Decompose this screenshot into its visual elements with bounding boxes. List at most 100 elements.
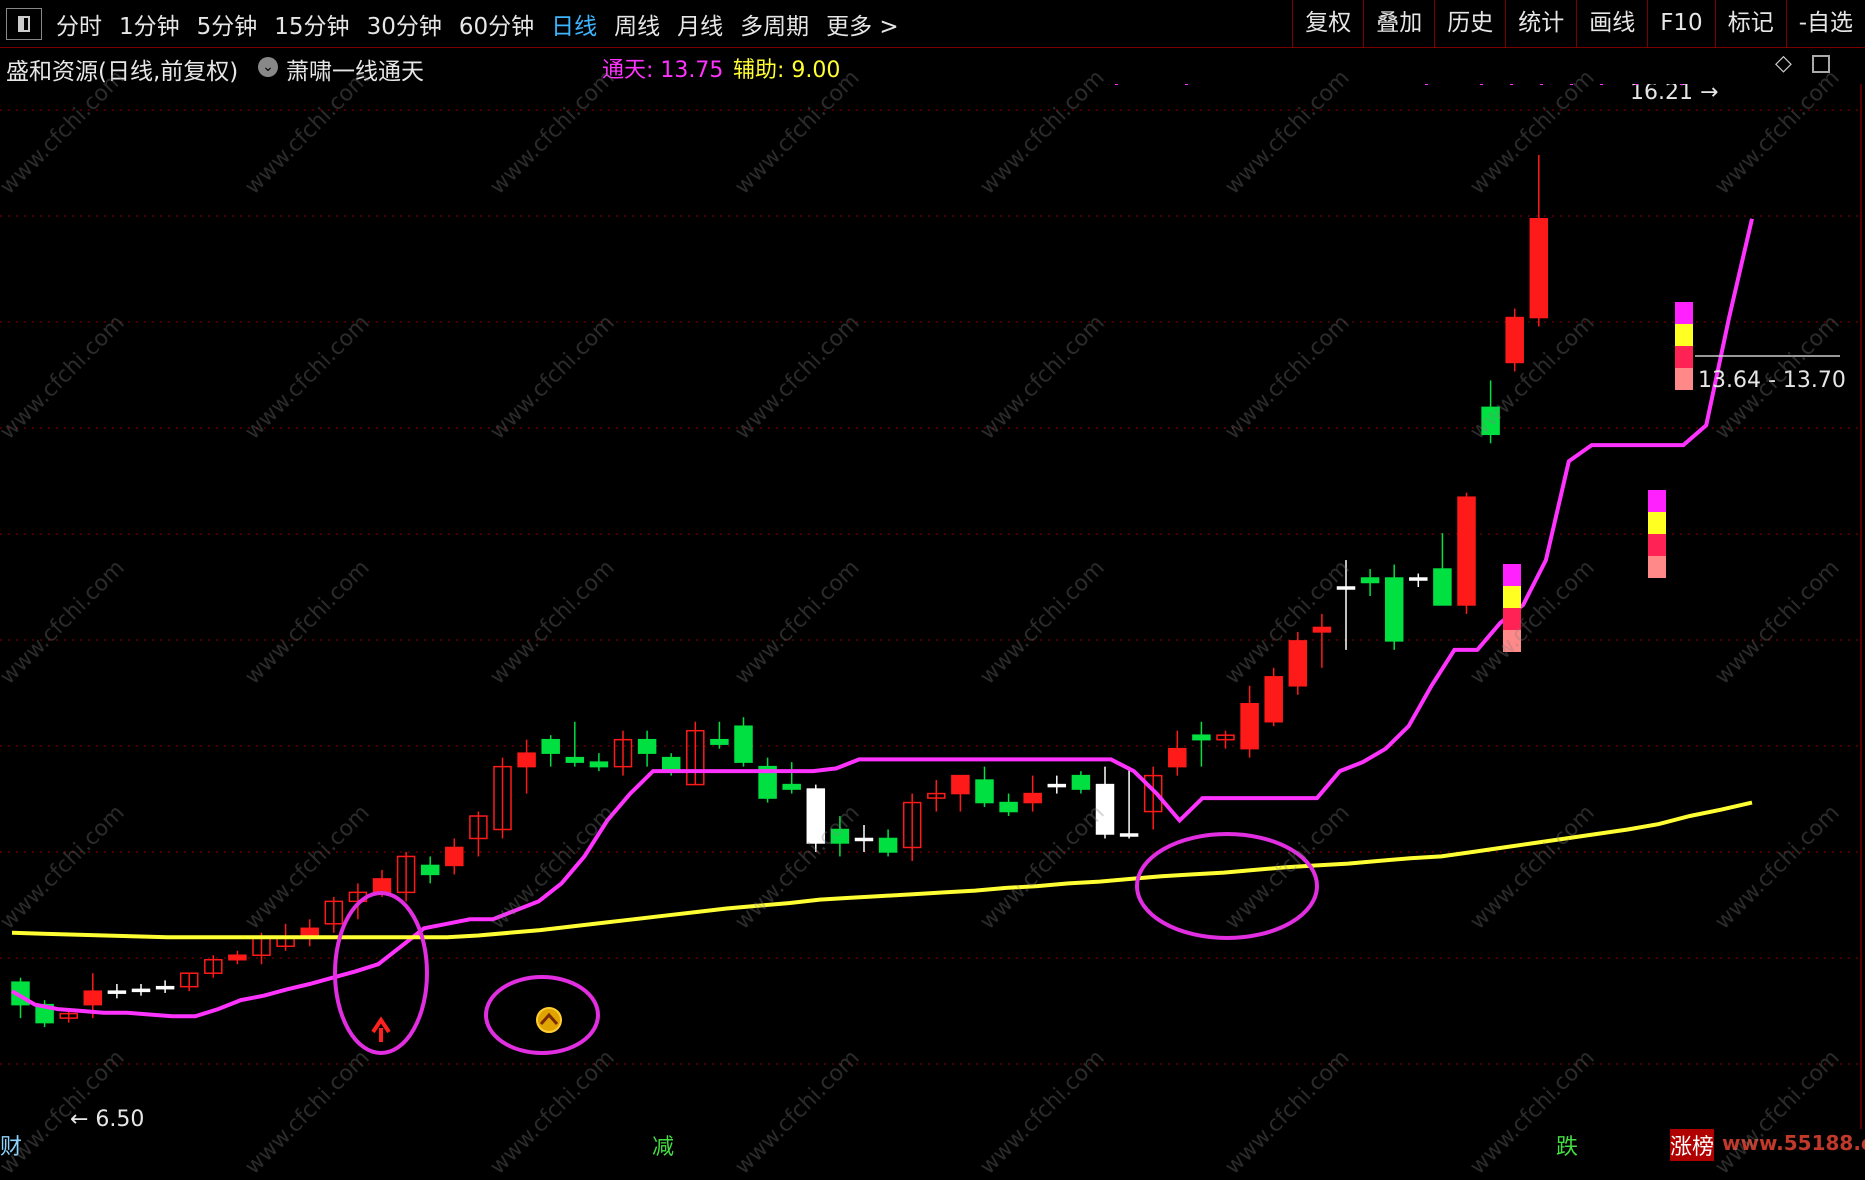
tab-8[interactable]: 月线	[677, 7, 723, 41]
annotations: 13.64 - 13.70 16.21 → ← 6.50	[70, 84, 1846, 1129]
dot-marker	[1570, 84, 1573, 85]
tab-7[interactable]: 周线	[614, 7, 660, 41]
candle-body	[372, 878, 392, 894]
candle-body	[155, 985, 175, 990]
tab-4[interactable]: 30分钟	[367, 7, 442, 41]
tool-button-2[interactable]: 历史	[1434, 0, 1505, 47]
event-label-fall[interactable]: 跌	[1556, 1129, 1578, 1161]
candle-body	[1095, 783, 1115, 835]
candle-body	[1312, 626, 1332, 633]
indicator-settings-icon[interactable]: ⌄	[258, 57, 278, 77]
candle-body	[1119, 833, 1139, 837]
candle-body	[1264, 676, 1283, 723]
signal-bar	[1503, 608, 1521, 630]
high-label: 16.21 →	[1630, 84, 1718, 105]
tab-5[interactable]: 60分钟	[459, 7, 534, 41]
candle-body	[107, 990, 127, 994]
signal-bar	[1648, 534, 1666, 556]
signal-bar	[1675, 368, 1693, 390]
candle-body	[1192, 734, 1211, 741]
candle-body	[637, 738, 657, 754]
candle-body	[1481, 406, 1500, 436]
candle-body	[445, 846, 464, 867]
signal-bar	[1675, 346, 1693, 368]
diamond-icon[interactable]: ◇	[1775, 51, 1792, 76]
buy-signal-icon	[536, 1007, 562, 1033]
grid-lines	[0, 84, 1862, 1129]
candle-body	[420, 864, 440, 876]
candle-body	[854, 837, 874, 842]
stock-title: 盛和资源(日线,前复权)	[6, 59, 239, 85]
candle-body	[1505, 316, 1524, 364]
dot-marker	[1635, 84, 1638, 85]
tool-button-7[interactable]: -自选	[1785, 0, 1865, 47]
signal-bar	[1503, 586, 1521, 608]
tab-9[interactable]: 多周期	[740, 7, 809, 41]
low-label: ← 6.50	[70, 1107, 144, 1129]
candle-body	[131, 988, 151, 993]
tool-button-6[interactable]: 标记	[1714, 0, 1786, 47]
signal-bar	[1675, 302, 1693, 324]
candle-body	[1168, 747, 1187, 768]
bottom-event-labels: 财 减 跌 涨榜	[0, 1129, 1865, 1161]
candle-body	[1384, 577, 1404, 642]
candle-body	[228, 954, 247, 961]
signal-bar	[1648, 490, 1666, 512]
window-layout-icon[interactable]	[1812, 55, 1830, 73]
candle-body	[1529, 218, 1549, 319]
candle-body	[565, 756, 585, 763]
kline-chart[interactable]: 13.64 - 13.70 16.21 → ← 6.50	[0, 84, 1865, 1129]
candle-body	[517, 752, 536, 768]
candle-body	[878, 837, 898, 853]
dot-marker	[1540, 84, 1543, 85]
dot-marker	[1425, 84, 1428, 85]
tool-button-5[interactable]: F10	[1647, 0, 1715, 47]
tab-0[interactable]: 分时	[56, 7, 102, 41]
signal-bar	[1648, 512, 1666, 534]
candle-body	[83, 990, 103, 1006]
chart-titlebar: 盛和资源(日线,前复权) ⌄ 萧啸一线通天 通天: 13.75 辅助: 9.00…	[0, 49, 1865, 86]
tab-10[interactable]: 更多 >	[826, 7, 899, 41]
tool-button-3[interactable]: 统计	[1505, 0, 1576, 47]
event-label-finance[interactable]: 财	[0, 1129, 22, 1161]
candle-body	[1336, 586, 1356, 590]
signal-bar	[1648, 556, 1666, 578]
signal-bar	[1675, 324, 1693, 346]
candle-body	[951, 774, 970, 795]
candle-body	[541, 738, 560, 754]
indicator-value-main: 通天: 13.75	[602, 58, 724, 83]
candle-body	[1409, 577, 1428, 581]
tool-button-4[interactable]: 画线	[1576, 0, 1647, 47]
site-watermark: www.55188.com	[1722, 1131, 1865, 1155]
range-label: 13.64 - 13.70	[1698, 368, 1846, 393]
candle-body	[710, 738, 729, 745]
period-tabs: 分时 1分钟 5分钟 15分钟 30分钟 60分钟 日线 周线 月线 多周期 更多 >	[56, 7, 916, 41]
candle-body	[1457, 496, 1476, 606]
candle-body	[1071, 774, 1091, 790]
candle-body	[806, 788, 826, 844]
tool-button-1[interactable]: 叠加	[1363, 0, 1434, 47]
event-label-reduce[interactable]: 减	[652, 1129, 674, 1161]
indicator-name[interactable]: 萧啸一线通天	[286, 52, 424, 86]
dot-marker	[1185, 84, 1188, 85]
candle-body	[661, 756, 681, 772]
highlight-circle-3	[1135, 832, 1319, 940]
signal-bar	[1503, 630, 1521, 652]
candle-body	[999, 801, 1018, 813]
tab-1[interactable]: 1分钟	[119, 7, 180, 41]
indicator-line-1	[11, 800, 1753, 940]
tool-button-0[interactable]: 复权	[1292, 0, 1363, 47]
candle-body	[1047, 783, 1067, 788]
candle-body	[975, 779, 994, 804]
dot-marker	[1480, 84, 1483, 85]
tab-6[interactable]: 日线	[551, 7, 597, 41]
indicator-value-aux: 辅助: 9.00	[733, 58, 841, 83]
candle-body	[1433, 568, 1452, 606]
candle-body	[1288, 640, 1308, 687]
candle-body	[589, 761, 609, 768]
tab-3[interactable]: 15分钟	[274, 7, 349, 41]
candle-body	[782, 783, 801, 790]
event-label-rise-rank[interactable]: 涨榜	[1670, 1129, 1715, 1161]
tab-2[interactable]: 5分钟	[197, 7, 258, 41]
sidebar-toggle-icon[interactable]	[6, 7, 42, 40]
